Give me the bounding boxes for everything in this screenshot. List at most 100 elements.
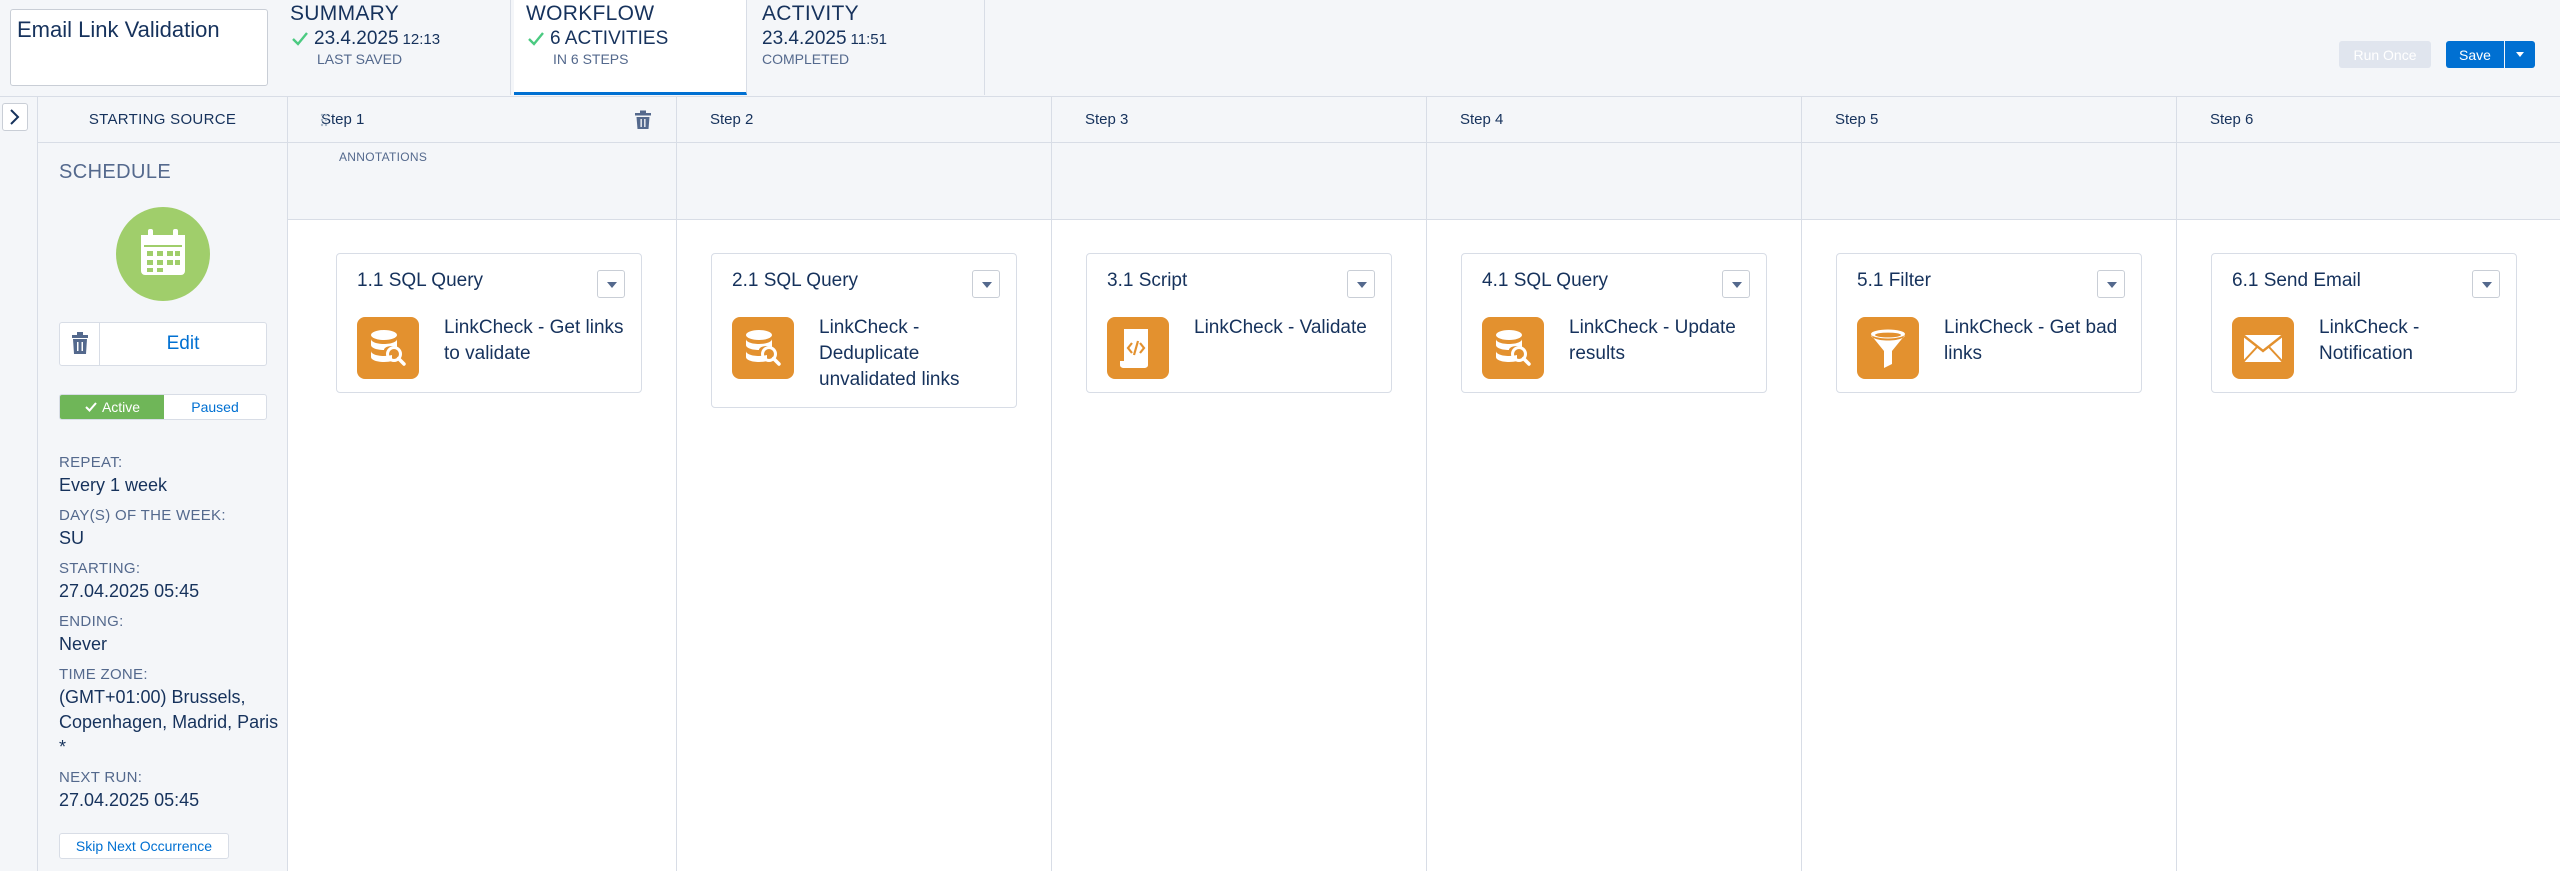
repeat-value: Every 1 week [59,475,168,495]
active-toggle-option[interactable]: Active [60,395,164,419]
starting-label: STARTING: [59,560,141,577]
activity-card-6-1[interactable]: 6.1 Send Email LinkCheck - Notification [2211,253,2517,393]
activity-title: 2.1 SQL Query [732,270,859,291]
next-run-value: 27.04.2025 05:45 [59,790,200,810]
starting-source-panel: STARTING SOURCE SCHEDULE Edit Active Pau… [38,97,288,871]
active-label: Active [101,399,141,415]
activity-title: 4.1 SQL Query [1482,270,1609,291]
drag-handle-icon[interactable] [320,113,328,127]
sql-query-icon [1482,317,1544,379]
schedule-status-toggle: Active Paused [59,394,267,420]
tab-value: 6 ACTIVITIES [550,28,669,49]
schedule-details: REPEAT: Every 1 week DAY(S) OF THE WEEK:… [59,454,288,813]
activity-card-2-1[interactable]: 2.1 SQL Query LinkCheck - Deduplicate un… [711,253,1017,408]
activity-name: LinkCheck - Update results [1569,317,1736,364]
activity-card-3-1[interactable]: 3.1 Script LinkCheck - Validate [1086,253,1392,393]
calendar-icon[interactable] [116,207,210,301]
annotations-area[interactable]: ANNOTATIONS [288,143,676,220]
time-zone-value: (GMT+01:00) Brussels, Copenhagen, Madrid… [59,687,279,757]
activity-title: 1.1 SQL Query [357,270,484,291]
activity-menu-button[interactable] [597,270,625,298]
activity-name: LinkCheck - Get bad links [1944,317,2118,364]
activity-title: 6.1 Send Email [2232,270,2361,291]
activity-title: 3.1 Script [1107,270,1188,291]
activity-menu-button[interactable] [2097,270,2125,298]
ending-label: ENDING: [59,613,124,630]
run-once-button[interactable]: Run Once [2339,41,2431,68]
tab-value-time: 12:13 [402,30,441,48]
activity-card-4-1[interactable]: 4.1 SQL Query LinkCheck - Update results [1461,253,1767,393]
activity-name-field[interactable]: Email Link Validation [10,9,268,86]
activity-menu-button[interactable] [972,270,1000,298]
step-label: Step 5 [1835,111,1879,128]
activity-card-5-1[interactable]: 5.1 Filter LinkCheck - Get bad links [1836,253,2142,393]
tab-value: 23.4.2025 [314,28,399,49]
step-label: Step 4 [1460,111,1504,128]
step-column-2: Step 2 2.1 SQL Query LinkCheck - Dedupli… [677,97,1052,871]
tab-workflow[interactable]: WORKFLOW 6 ACTIVITIES IN 6 STEPS [514,0,747,95]
annotations-area[interactable] [1802,143,2176,220]
activity-name: LinkCheck - Get links to validate [444,317,624,364]
tab-value: 23.4.2025 [762,28,847,49]
tab-subtitle: IN 6 STEPS [553,51,629,67]
starting-value: 27.04.2025 05:45 [59,581,200,601]
expand-sidebar-button[interactable] [2,103,28,131]
annotations-area[interactable] [1052,143,1426,220]
collapsed-sidebar [0,97,38,871]
annotations-area[interactable] [1427,143,1801,220]
step-column-3: Step 3 3.1 Script LinkCheck - Validate [1052,97,1427,871]
schedule-edit-group: Edit [59,322,267,366]
tab-subtitle: LAST SAVED [317,51,403,67]
sql-query-icon [732,317,794,379]
step-label: Step 2 [710,111,754,128]
step-label: Step 6 [2210,111,2254,128]
delete-schedule-button[interactable] [60,323,100,365]
days-of-week-value: SU [59,528,85,548]
tab-subtitle: COMPLETED [762,51,850,67]
filter-icon [1857,317,1919,379]
workflow-canvas: Step 1 ANNOTATIONS 1.1 SQL Query LinkChe… [288,97,2560,871]
activity-name: LinkCheck - Validate [1194,317,1367,338]
edit-schedule-button[interactable]: Edit [100,323,266,365]
activity-menu-button[interactable] [2472,270,2500,298]
activity-title: 5.1 Filter [1857,270,1931,291]
trash-icon [72,332,88,354]
sql-query-icon [357,317,419,379]
check-icon [528,32,544,46]
step-column-5: Step 5 5.1 Filter LinkCheck - Get bad li… [1802,97,2177,871]
step-column-1: Step 1 ANNOTATIONS 1.1 SQL Query LinkChe… [288,97,677,871]
chevron-right-icon [10,109,20,125]
trash-icon[interactable] [634,110,652,130]
activity-menu-button[interactable] [1347,270,1375,298]
script-icon [1107,317,1169,379]
tab-value-time: 11:51 [850,30,887,48]
schedule-title: SCHEDULE [59,161,172,183]
annotations-area[interactable] [677,143,1051,220]
check-icon [85,402,97,412]
save-options-dropdown-button[interactable] [2505,41,2535,68]
save-button[interactable]: Save [2446,41,2504,68]
activity-name: LinkCheck - Notification [2319,317,2420,364]
paused-toggle-option[interactable]: Paused [164,395,266,419]
activity-card-1-1[interactable]: 1.1 SQL Query LinkCheck - Get links to v… [336,253,642,393]
step-column-6: Step 6 6.1 Send Email LinkCheck - Notifi… [2177,97,2560,871]
annotations-area[interactable] [2177,143,2560,220]
email-icon [2232,317,2294,379]
days-of-week-label: DAY(S) OF THE WEEK: [59,507,226,524]
tab-title: ACTIVITY [762,2,859,25]
tab-activity[interactable]: ACTIVITY 23.4.2025 11:51 COMPLETED [750,0,985,95]
check-icon [292,32,308,46]
step-label: Step 3 [1085,111,1129,128]
skip-next-occurrence-button[interactable]: Skip Next Occurrence [59,833,229,859]
header-bar: Email Link Validation SUMMARY 23.4.2025 … [0,0,2560,97]
step-column-4: Step 4 4.1 SQL Query LinkCheck - Update … [1427,97,1802,871]
tab-summary[interactable]: SUMMARY 23.4.2025 12:13 LAST SAVED [278,0,511,95]
starting-source-heading: STARTING SOURCE [38,97,287,143]
ending-value: Never [59,634,108,654]
annotations-label: ANNOTATIONS [339,150,428,164]
activity-menu-button[interactable] [1722,270,1750,298]
tab-title: SUMMARY [290,2,400,25]
repeat-label: REPEAT: [59,454,123,471]
time-zone-label: TIME ZONE: [59,666,148,683]
activity-name: LinkCheck - Deduplicate unvalidated link… [819,317,960,390]
